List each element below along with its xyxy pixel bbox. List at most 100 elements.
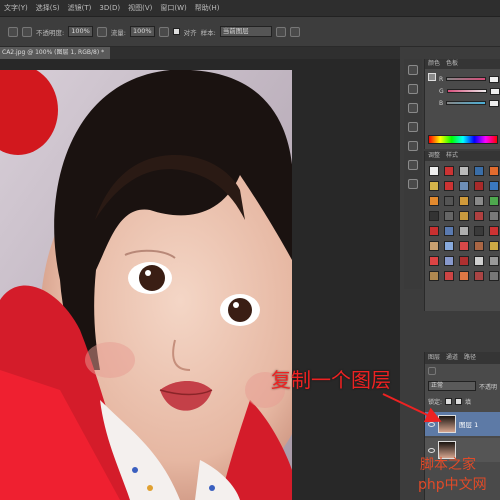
options-bar: 不透明度: 100% 流量: 100% 对齐 样本: 当前图层 — [0, 17, 500, 47]
style-swatch[interactable] — [444, 181, 454, 191]
tab-layers[interactable]: 图层 — [428, 352, 440, 364]
style-swatch[interactable] — [429, 226, 439, 236]
history-icon[interactable] — [408, 65, 418, 75]
blend-mode-select[interactable]: 正常 — [428, 381, 476, 391]
style-swatch[interactable] — [429, 196, 439, 206]
character-icon[interactable] — [408, 141, 418, 151]
style-swatch[interactable] — [489, 256, 499, 266]
lock-transparent-icon[interactable] — [445, 398, 453, 405]
ignore-adjustment-icon[interactable] — [275, 26, 286, 37]
style-swatch[interactable] — [444, 211, 454, 221]
tab-channels[interactable]: 通道 — [446, 352, 458, 364]
opacity-label: 不透明度: — [36, 28, 65, 37]
menu-filter[interactable]: 滤镜(T) — [68, 3, 92, 13]
style-swatch[interactable] — [459, 211, 469, 221]
brush-preset-icon[interactable] — [8, 26, 18, 37]
document-tab[interactable]: CA2.jpg @ 100% (图层 1, RGB/8) * — [0, 47, 110, 59]
channel-g-value[interactable] — [489, 87, 500, 95]
styles-panel: 调整 样式 — [424, 151, 500, 311]
tab-strip — [110, 47, 400, 59]
style-swatch[interactable] — [489, 196, 499, 206]
styles-grid — [425, 161, 500, 286]
tab-swatches[interactable]: 色板 — [446, 59, 458, 69]
watermark-line1: 脚本之家 — [420, 457, 476, 473]
brush-panel-icon[interactable] — [408, 103, 418, 113]
channel-b-label: B — [439, 99, 444, 107]
airbrush-icon[interactable] — [158, 26, 169, 37]
toggle-brush-panel-icon[interactable] — [22, 26, 32, 37]
style-swatch[interactable] — [489, 166, 499, 176]
channel-r-value[interactable] — [489, 75, 500, 83]
align-checkbox[interactable] — [172, 28, 180, 35]
style-swatch[interactable] — [459, 181, 469, 191]
layer-name[interactable]: 图层 1 — [459, 419, 478, 429]
style-swatch[interactable] — [459, 256, 469, 266]
menu-view[interactable]: 视图(V) — [128, 3, 152, 13]
menu-3d[interactable]: 3D(D) — [99, 4, 120, 12]
menu-help[interactable]: 帮助(H) — [195, 3, 220, 13]
style-swatch[interactable] — [429, 241, 439, 251]
sample-select[interactable]: 当前图层 — [219, 26, 272, 37]
style-swatch[interactable] — [444, 271, 454, 281]
style-swatch[interactable] — [474, 256, 484, 266]
fill-label: 填 — [465, 399, 472, 406]
style-swatch[interactable] — [429, 181, 439, 191]
tab-paths[interactable]: 路径 — [464, 352, 476, 364]
paragraph-icon[interactable] — [408, 160, 418, 170]
style-swatch[interactable] — [429, 271, 439, 281]
style-swatch[interactable] — [444, 241, 454, 251]
style-swatch[interactable] — [474, 166, 484, 176]
tab-adjustments[interactable]: 调整 — [428, 151, 440, 161]
foreground-color-swatch[interactable] — [428, 73, 436, 81]
pressure-size-icon[interactable] — [289, 26, 300, 37]
menu-window[interactable]: 窗口(W) — [160, 3, 186, 13]
layer-row-selected[interactable]: 图层 1 — [425, 412, 500, 436]
style-swatch[interactable] — [474, 211, 484, 221]
menu-type[interactable]: 文字(Y) — [4, 3, 28, 13]
style-swatch[interactable] — [444, 256, 454, 266]
style-swatch[interactable] — [474, 226, 484, 236]
style-swatch[interactable] — [474, 271, 484, 281]
channel-g-slider[interactable] — [446, 89, 487, 93]
pressure-opacity-icon[interactable] — [96, 26, 107, 37]
style-swatch[interactable] — [474, 181, 484, 191]
style-swatch[interactable] — [444, 226, 454, 236]
style-swatch[interactable] — [474, 241, 484, 251]
style-swatch[interactable] — [474, 196, 484, 206]
lock-position-icon[interactable] — [455, 398, 463, 405]
menu-select[interactable]: 选择(S) — [36, 3, 60, 13]
style-swatch[interactable] — [459, 166, 469, 176]
style-swatch[interactable] — [459, 271, 469, 281]
tab-styles[interactable]: 样式 — [446, 151, 458, 161]
opacity-field[interactable]: 100% — [68, 26, 93, 37]
style-swatch[interactable] — [459, 196, 469, 206]
style-swatch[interactable] — [429, 166, 439, 176]
eye-icon[interactable] — [428, 421, 435, 427]
style-swatch[interactable] — [459, 241, 469, 251]
actions-icon[interactable] — [408, 84, 418, 94]
style-swatch[interactable] — [489, 241, 499, 251]
style-swatch[interactable] — [489, 271, 499, 281]
clone-source-icon[interactable] — [408, 122, 418, 132]
style-swatch[interactable] — [429, 256, 439, 266]
style-swatch[interactable] — [489, 211, 499, 221]
style-swatch[interactable] — [444, 196, 454, 206]
align-label: 对齐 — [183, 28, 197, 37]
style-swatch[interactable] — [429, 211, 439, 221]
canvas-photo[interactable] — [0, 70, 292, 500]
style-swatch[interactable] — [489, 226, 499, 236]
watermark-line2: php中文网 — [418, 477, 487, 493]
color-spectrum-bar[interactable] — [428, 135, 498, 144]
channel-b-value[interactable] — [489, 99, 500, 107]
flow-field[interactable]: 100% — [130, 26, 155, 37]
filter-kind-icon[interactable] — [428, 367, 436, 375]
flow-label: 流量: — [110, 28, 126, 37]
channel-b-slider[interactable] — [446, 101, 487, 105]
style-swatch[interactable] — [459, 226, 469, 236]
info-icon[interactable] — [408, 179, 418, 189]
channel-g-label: G — [439, 87, 444, 95]
style-swatch[interactable] — [444, 166, 454, 176]
tab-color[interactable]: 颜色 — [428, 59, 440, 69]
style-swatch[interactable] — [489, 181, 499, 191]
channel-r-slider[interactable] — [446, 77, 487, 81]
